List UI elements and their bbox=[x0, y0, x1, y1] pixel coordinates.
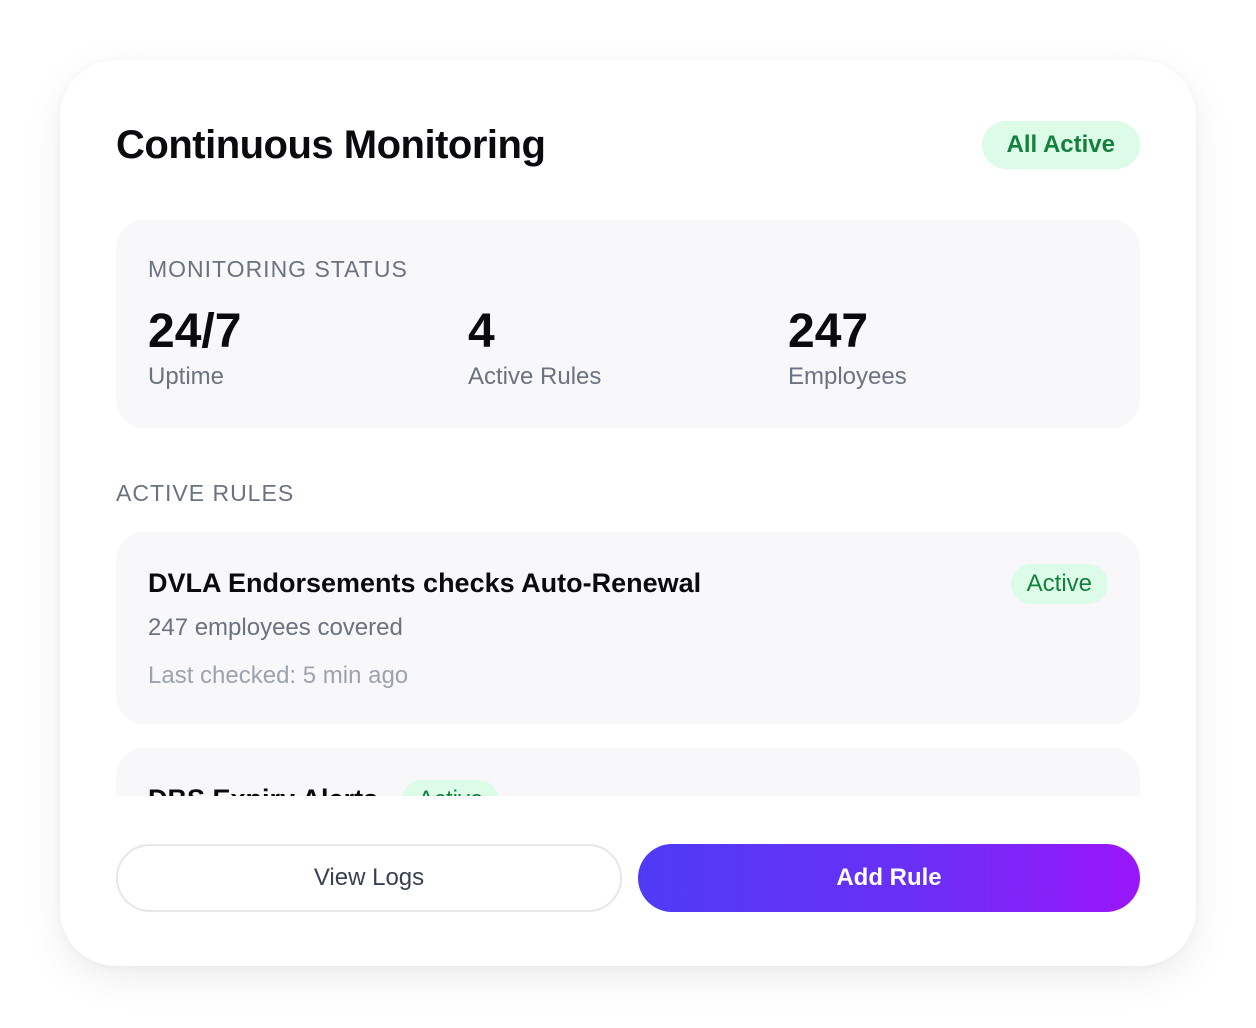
monitoring-status-panel: MONITORING STATUS 24/7 Uptime 4 Active R… bbox=[116, 220, 1140, 428]
rule-card-dvla[interactable]: DVLA Endorsements checks Auto-Renewal Ac… bbox=[116, 532, 1140, 724]
rule-card-dbs[interactable]: DBS Expiry Alerts Active bbox=[116, 748, 1140, 796]
rule-coverage: 247 employees covered bbox=[148, 614, 403, 641]
add-rule-button[interactable]: Add Rule bbox=[638, 844, 1140, 912]
all-active-badge: All Active bbox=[981, 121, 1140, 169]
rule-title: DVLA Endorsements checks Auto-Renewal bbox=[148, 568, 702, 598]
stat-employees: 247 Employees bbox=[788, 305, 1108, 391]
stat-value: 247 bbox=[788, 305, 869, 358]
page-title: Continuous Monitoring bbox=[116, 122, 546, 167]
monitoring-card: Continuous Monitoring All Active MONITOR… bbox=[60, 60, 1196, 966]
monitoring-status-label: MONITORING STATUS bbox=[148, 256, 408, 282]
stat-active-rules: 4 Active Rules bbox=[468, 305, 788, 391]
rule-status-badge: Active bbox=[1010, 564, 1108, 604]
rule-status-badge: Active bbox=[402, 780, 500, 796]
rule-last-checked: Last checked: 5 min ago bbox=[148, 662, 409, 689]
view-logs-button[interactable]: View Logs bbox=[116, 844, 622, 912]
stat-label: Employees bbox=[788, 362, 907, 390]
status-stats: 24/7 Uptime 4 Active Rules 247 Employees bbox=[148, 305, 1108, 391]
stat-label: Active Rules bbox=[468, 362, 602, 390]
active-rules-label: ACTIVE RULES bbox=[116, 480, 295, 506]
stat-value: 4 bbox=[468, 305, 495, 358]
card-actions: View Logs Add Rule bbox=[116, 844, 1140, 912]
stat-label: Uptime bbox=[148, 362, 225, 390]
stat-value: 24/7 bbox=[148, 305, 242, 358]
stat-uptime: 24/7 Uptime bbox=[148, 305, 468, 391]
card-header: Continuous Monitoring All Active bbox=[116, 120, 1140, 170]
rules-list[interactable]: DVLA Endorsements checks Auto-Renewal Ac… bbox=[116, 532, 1140, 796]
rule-title: DBS Expiry Alerts bbox=[148, 784, 378, 796]
